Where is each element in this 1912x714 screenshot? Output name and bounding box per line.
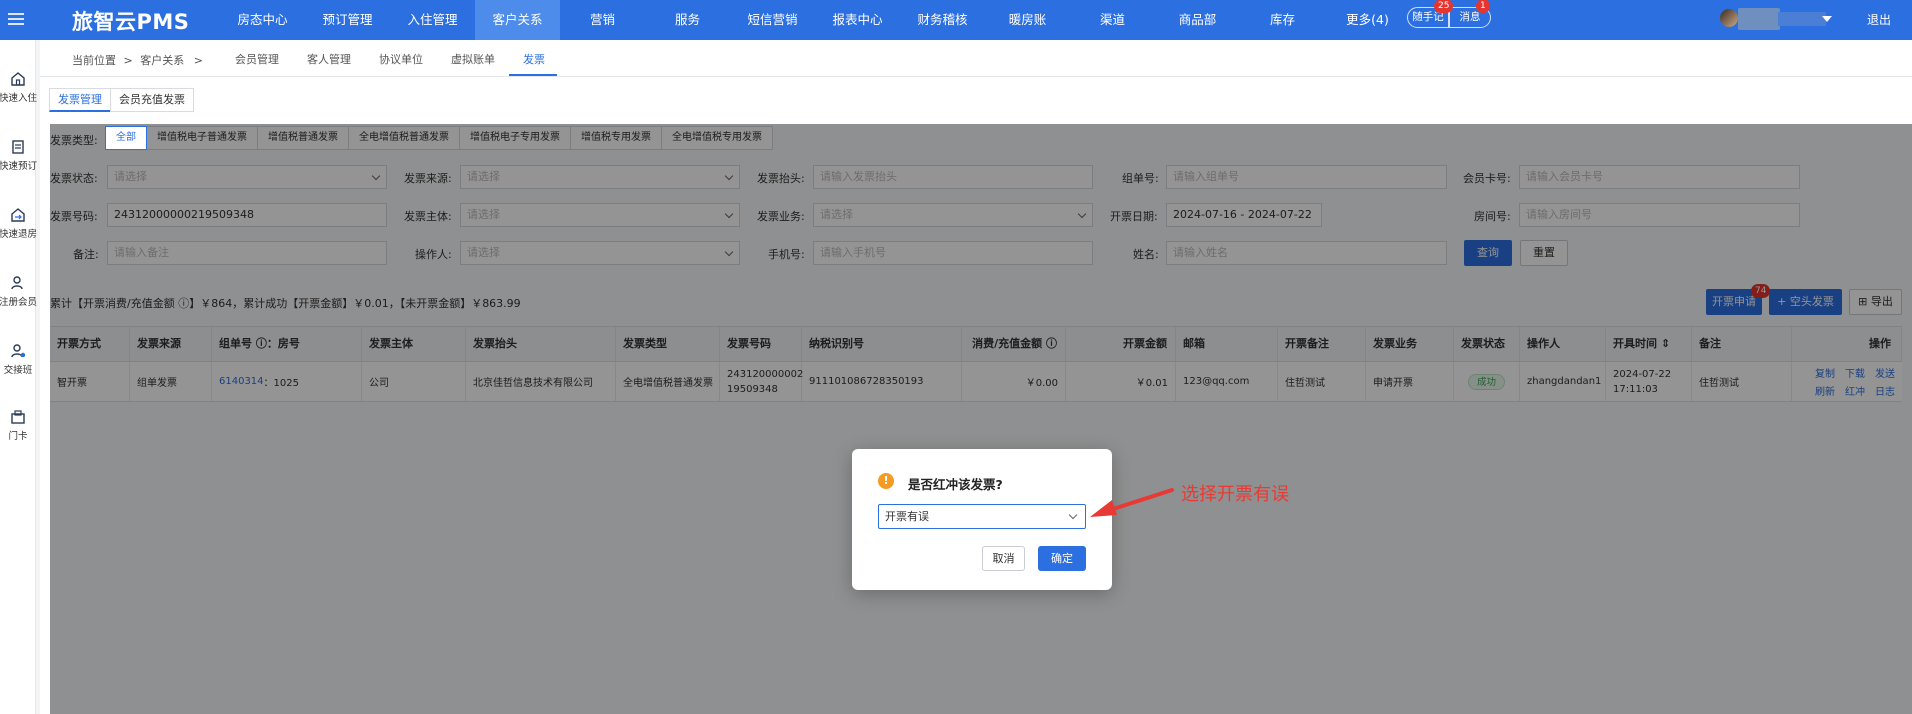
user-add-icon: [11, 276, 23, 290]
sidebar-item-quick-checkout[interactable]: 快速退房: [0, 206, 37, 240]
app-logo: 旅智云PMS: [72, 10, 190, 34]
avatar: [1720, 9, 1738, 27]
modal-overlay[interactable]: [50, 124, 1912, 714]
shift-handover-icon: [11, 344, 26, 358]
breadcrumb: 当前位置 > 客户关系 >: [72, 52, 203, 68]
sidebar-label: 交接班: [3, 365, 33, 376]
user-name-redacted: [1738, 8, 1780, 30]
nav-item-marketing[interactable]: 营销: [560, 0, 645, 40]
warning-icon: !: [878, 473, 894, 489]
breadcrumb-item[interactable]: 客户关系: [140, 54, 184, 67]
sidebar-item-keycard[interactable]: 门卡: [0, 408, 36, 442]
reason-selected-value: 开票有误: [885, 510, 929, 523]
notes-badge: 25: [1434, 0, 1454, 13]
tab-member-recharge-invoice[interactable]: 会员充值发票: [110, 88, 194, 112]
logout-button[interactable]: 退出: [1867, 11, 1891, 28]
tab-invoice-management[interactable]: 发票管理: [49, 88, 111, 112]
nav-item-goods[interactable]: 商品部: [1155, 0, 1240, 40]
nav-item-reports[interactable]: 报表中心: [815, 0, 900, 40]
nav-item-inventory[interactable]: 库存: [1240, 0, 1325, 40]
annotation-arrow-icon: [1090, 488, 1174, 517]
nav-item-service[interactable]: 服务: [645, 0, 730, 40]
nav-item-more[interactable]: 更多(4): [1325, 0, 1410, 40]
tab-guest-management[interactable]: 客人管理: [307, 51, 351, 67]
sidebar-item-quick-checkin[interactable]: 快速入住: [0, 70, 37, 104]
messages-badge: 1: [1476, 0, 1490, 13]
quick-sidebar: 快速入住 快速预订 快速退房 注册会员 交接班 门卡: [0, 40, 37, 714]
nav-item-finance[interactable]: 财务稽核: [900, 0, 985, 40]
sidebar-label: 快速预订: [0, 161, 37, 172]
nav-item-sms[interactable]: 短信营销: [730, 0, 815, 40]
sidebar-item-shift-handover[interactable]: 交接班: [0, 342, 36, 376]
sidebar-label: 注册会员: [0, 297, 37, 308]
chevron-down-icon: [1068, 510, 1078, 520]
dialog-title: 是否红冲该发票?: [908, 477, 1003, 492]
tab-virtual-bill[interactable]: 虚拟账单: [451, 51, 495, 67]
nav-item-warm-room[interactable]: 暖房账: [985, 0, 1070, 40]
tab-agreement-units[interactable]: 协议单位: [379, 51, 423, 67]
breadcrumb-separator: >: [123, 54, 133, 67]
keycard-icon: [11, 410, 25, 424]
sidebar-label: 快速入住: [0, 93, 37, 104]
nav-item-channel[interactable]: 渠道: [1070, 0, 1155, 40]
nav-item-reservation[interactable]: 预订管理: [305, 0, 390, 40]
user-menu[interactable]: [1720, 6, 1826, 32]
annotation-text: 选择开票有误: [1181, 484, 1289, 505]
nav-item-checkin[interactable]: 入住管理: [390, 0, 475, 40]
checkout-icon: [11, 208, 25, 222]
top-navbar: 旅智云PMS 房态中心 预订管理 入住管理 客户关系 营销 服务 短信营销 报表…: [0, 0, 1912, 40]
chevron-down-icon[interactable]: [1822, 16, 1832, 22]
sidebar-label: 快速退房: [0, 229, 37, 240]
menu-toggle-icon[interactable]: [8, 10, 28, 30]
user-date-redacted: [1778, 12, 1826, 26]
sidebar-item-quick-booking[interactable]: 快速预订: [0, 138, 37, 172]
tab-member-management[interactable]: 会员管理: [235, 51, 279, 67]
cancel-button[interactable]: 取消: [982, 546, 1025, 571]
red-reversal-dialog: ! 是否红冲该发票? 开票有误 取消 确定: [852, 449, 1112, 590]
sidebar-item-register-member[interactable]: 注册会员: [0, 274, 37, 308]
nav-item-crm[interactable]: 客户关系: [475, 0, 560, 40]
reason-select[interactable]: 开票有误: [878, 504, 1086, 529]
breadcrumb-prefix: 当前位置: [72, 54, 116, 67]
divider: [40, 76, 1912, 77]
confirm-button[interactable]: 确定: [1038, 546, 1086, 571]
document-icon: [12, 140, 24, 154]
home-icon: [11, 72, 25, 86]
type-all-button[interactable]: 全部: [105, 126, 147, 150]
nav-item-room-status[interactable]: 房态中心: [220, 0, 305, 40]
tab-invoice[interactable]: 发票: [523, 51, 545, 67]
sidebar-label: 门卡: [8, 431, 28, 442]
breadcrumb-separator: >: [193, 54, 203, 67]
main-nav: 房态中心 预订管理 入住管理 客户关系 营销 服务 短信营销 报表中心 财务稽核…: [220, 0, 1410, 40]
